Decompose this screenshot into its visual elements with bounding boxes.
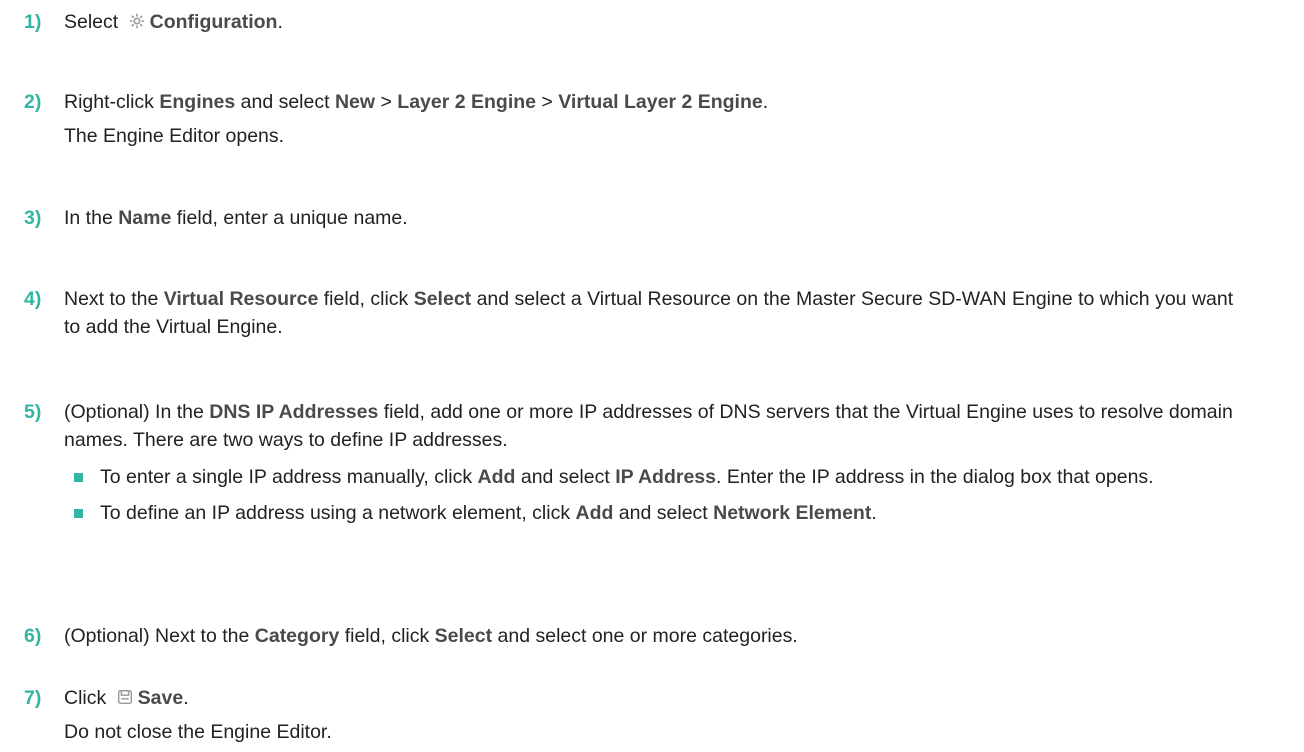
configuration-label: Configuration: [149, 11, 278, 33]
dns-ip-addresses-label: DNS IP Addresses: [209, 401, 379, 423]
step-number: 7): [24, 687, 42, 709]
virtual-resource-label: Virtual Resource: [163, 288, 319, 310]
save-label: Save: [137, 687, 184, 709]
add-label: Add: [575, 502, 614, 524]
step-number: 1): [24, 11, 42, 33]
category-label: Category: [254, 625, 340, 647]
network-element-label: Network Element: [713, 502, 872, 524]
step-text: (Optional) Next to the Category field, c…: [64, 625, 798, 647]
ip-address-label: IP Address: [615, 466, 716, 488]
layer2-engine-label: Layer 2 Engine: [397, 91, 537, 113]
select-label: Select: [413, 288, 472, 310]
bullet-marker: [74, 473, 83, 482]
step-text: Right-click Engines and select New > Lay…: [64, 88, 1304, 150]
step-result: The Engine Editor opens.: [64, 125, 285, 147]
step-text: Select Configuration.: [64, 11, 283, 33]
step-text: Next to the Virtual Resource field, clic…: [64, 288, 1234, 338]
list-item: To enter a single IP address manually, c…: [64, 463, 1295, 491]
engines-label: Engines: [159, 91, 236, 113]
list-item: To define an IP address using a network …: [64, 499, 1295, 527]
save-icon: [117, 689, 132, 705]
step-result: Do not close the Engine Editor.: [64, 721, 332, 743]
step-number: 6): [24, 625, 42, 647]
step-number: 4): [24, 288, 42, 310]
step-number: 5): [24, 401, 42, 423]
gear-icon: [129, 13, 144, 29]
step-text: In the Name field, enter a unique name.: [64, 207, 408, 229]
new-label: New: [334, 91, 376, 113]
step-text: (Optional) In the DNS IP Addresses field…: [64, 398, 1304, 527]
step-number: 2): [24, 91, 42, 113]
bullet-marker: [74, 509, 83, 518]
add-label: Add: [477, 466, 516, 488]
step-text: Click Save. Do not close the Engine Edit…: [64, 684, 1304, 746]
name-field-label: Name: [118, 207, 172, 229]
step-number: 3): [24, 207, 42, 229]
virtual-layer2-engine-label: Virtual Layer 2 Engine: [558, 91, 763, 113]
select-label: Select: [434, 625, 493, 647]
